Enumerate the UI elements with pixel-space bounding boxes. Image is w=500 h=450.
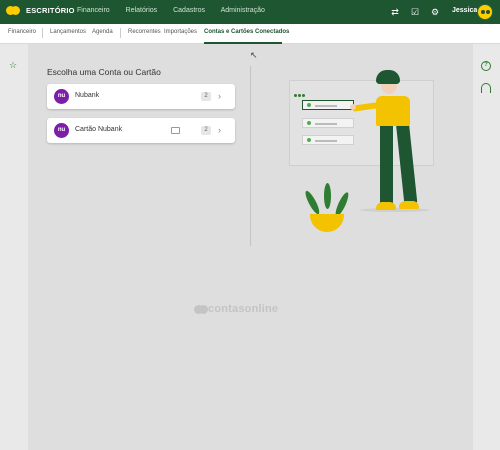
sub-nav: Financeiro Lançamentos Agenda Recorrente… <box>0 24 500 62</box>
subnav-agenda[interactable]: Agenda <box>92 29 113 35</box>
topnav-relatorios[interactable]: Relatórios <box>126 7 158 14</box>
star-icon[interactable]: ☆ <box>9 60 17 71</box>
account-card-cartao-nubank[interactable]: nu Cartão Nubank 2 › <box>47 118 235 143</box>
right-rail <box>473 44 500 450</box>
topnav-cadastros[interactable]: Cadastros <box>173 7 205 14</box>
tasks-icon[interactable]: ☑ <box>409 6 421 18</box>
subnav-importacoes[interactable]: Importações <box>164 29 197 35</box>
transfer-icon[interactable]: ⇄ <box>389 6 401 18</box>
illustration-row <box>302 100 354 110</box>
subnav-divider <box>42 28 43 38</box>
mouse-cursor-icon: ↖ <box>250 50 258 60</box>
chevron-right-icon: › <box>218 125 221 135</box>
topnav-administracao[interactable]: Administração <box>221 7 265 14</box>
page-title: Escolha uma Conta ou Cartão <box>47 67 161 77</box>
count-badge: 2 <box>201 126 211 135</box>
watermark-logo <box>194 305 208 315</box>
card-icon <box>171 127 180 134</box>
illustration-row <box>302 135 354 145</box>
account-card-nubank[interactable]: nu Nubank 2 › <box>47 84 235 109</box>
illustration-person-hand <box>350 104 356 110</box>
avatar[interactable] <box>477 4 493 20</box>
vertical-divider <box>250 66 251 246</box>
nubank-logo: nu <box>54 123 69 138</box>
account-label: Cartão Nubank <box>75 126 123 133</box>
subnav-divider <box>120 28 121 38</box>
user-name[interactable]: Jessica <box>452 7 477 14</box>
chevron-right-icon: › <box>218 91 221 101</box>
illustration-person-torso <box>376 96 410 126</box>
subnav-recorrentes[interactable]: Recorrentes <box>128 29 161 35</box>
illustration-row <box>302 118 354 128</box>
count-badge: 2 <box>201 92 211 101</box>
top-nav: Financeiro Relatórios Cadastros Administ… <box>77 7 279 14</box>
watermark-text: contasonline <box>208 303 279 315</box>
illustration-person-shoe <box>376 202 396 210</box>
subnav-lancamentos[interactable]: Lançamentos <box>50 29 86 35</box>
illustration-person-leg <box>380 124 393 204</box>
brand-logo[interactable] <box>6 6 20 18</box>
topnav-financeiro[interactable]: Financeiro <box>77 7 110 14</box>
illustration-person-shoe <box>399 201 419 209</box>
illustration-person-hair <box>376 70 400 84</box>
settings-icon[interactable]: ⚙ <box>429 6 441 18</box>
plant-leaf <box>324 183 331 209</box>
account-label: Nubank <box>75 92 100 99</box>
brand-name[interactable]: ESCRITÓRIO <box>26 6 75 15</box>
help-icon[interactable]: ? <box>481 61 491 71</box>
subnav-financeiro[interactable]: Financeiro <box>8 29 36 35</box>
subnav-contas-conectados[interactable]: Contas e Cartões Conectados <box>204 29 289 35</box>
nubank-logo: nu <box>54 89 69 104</box>
top-bar: ESCRITÓRIO Financeiro Relatórios Cadastr… <box>0 0 500 24</box>
headset-icon[interactable] <box>481 83 491 93</box>
left-rail <box>0 44 28 450</box>
